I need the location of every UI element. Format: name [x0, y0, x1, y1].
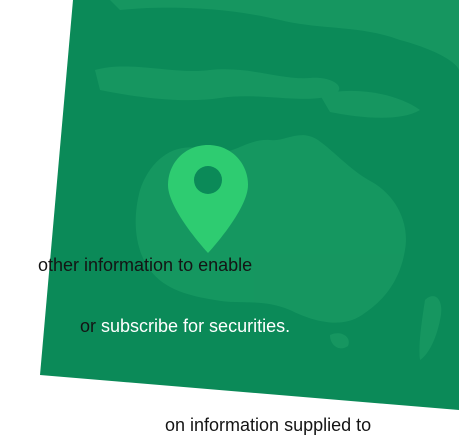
text-line-1: other information to enable: [38, 254, 252, 276]
text-line-2-light: subscribe for securities.: [101, 316, 291, 336]
text-line-3: on information supplied to: [165, 414, 371, 436]
text-line-2-dark: or: [80, 316, 102, 336]
text-line-3-dark: on information supplied to: [165, 415, 372, 435]
text-line-1-dark: other information to enable: [38, 255, 253, 275]
document-page: other information to enable or subscribe…: [0, 0, 459, 437]
text-line-2: or subscribe for securities.: [80, 315, 290, 337]
australia-map-panel: [40, 0, 459, 410]
